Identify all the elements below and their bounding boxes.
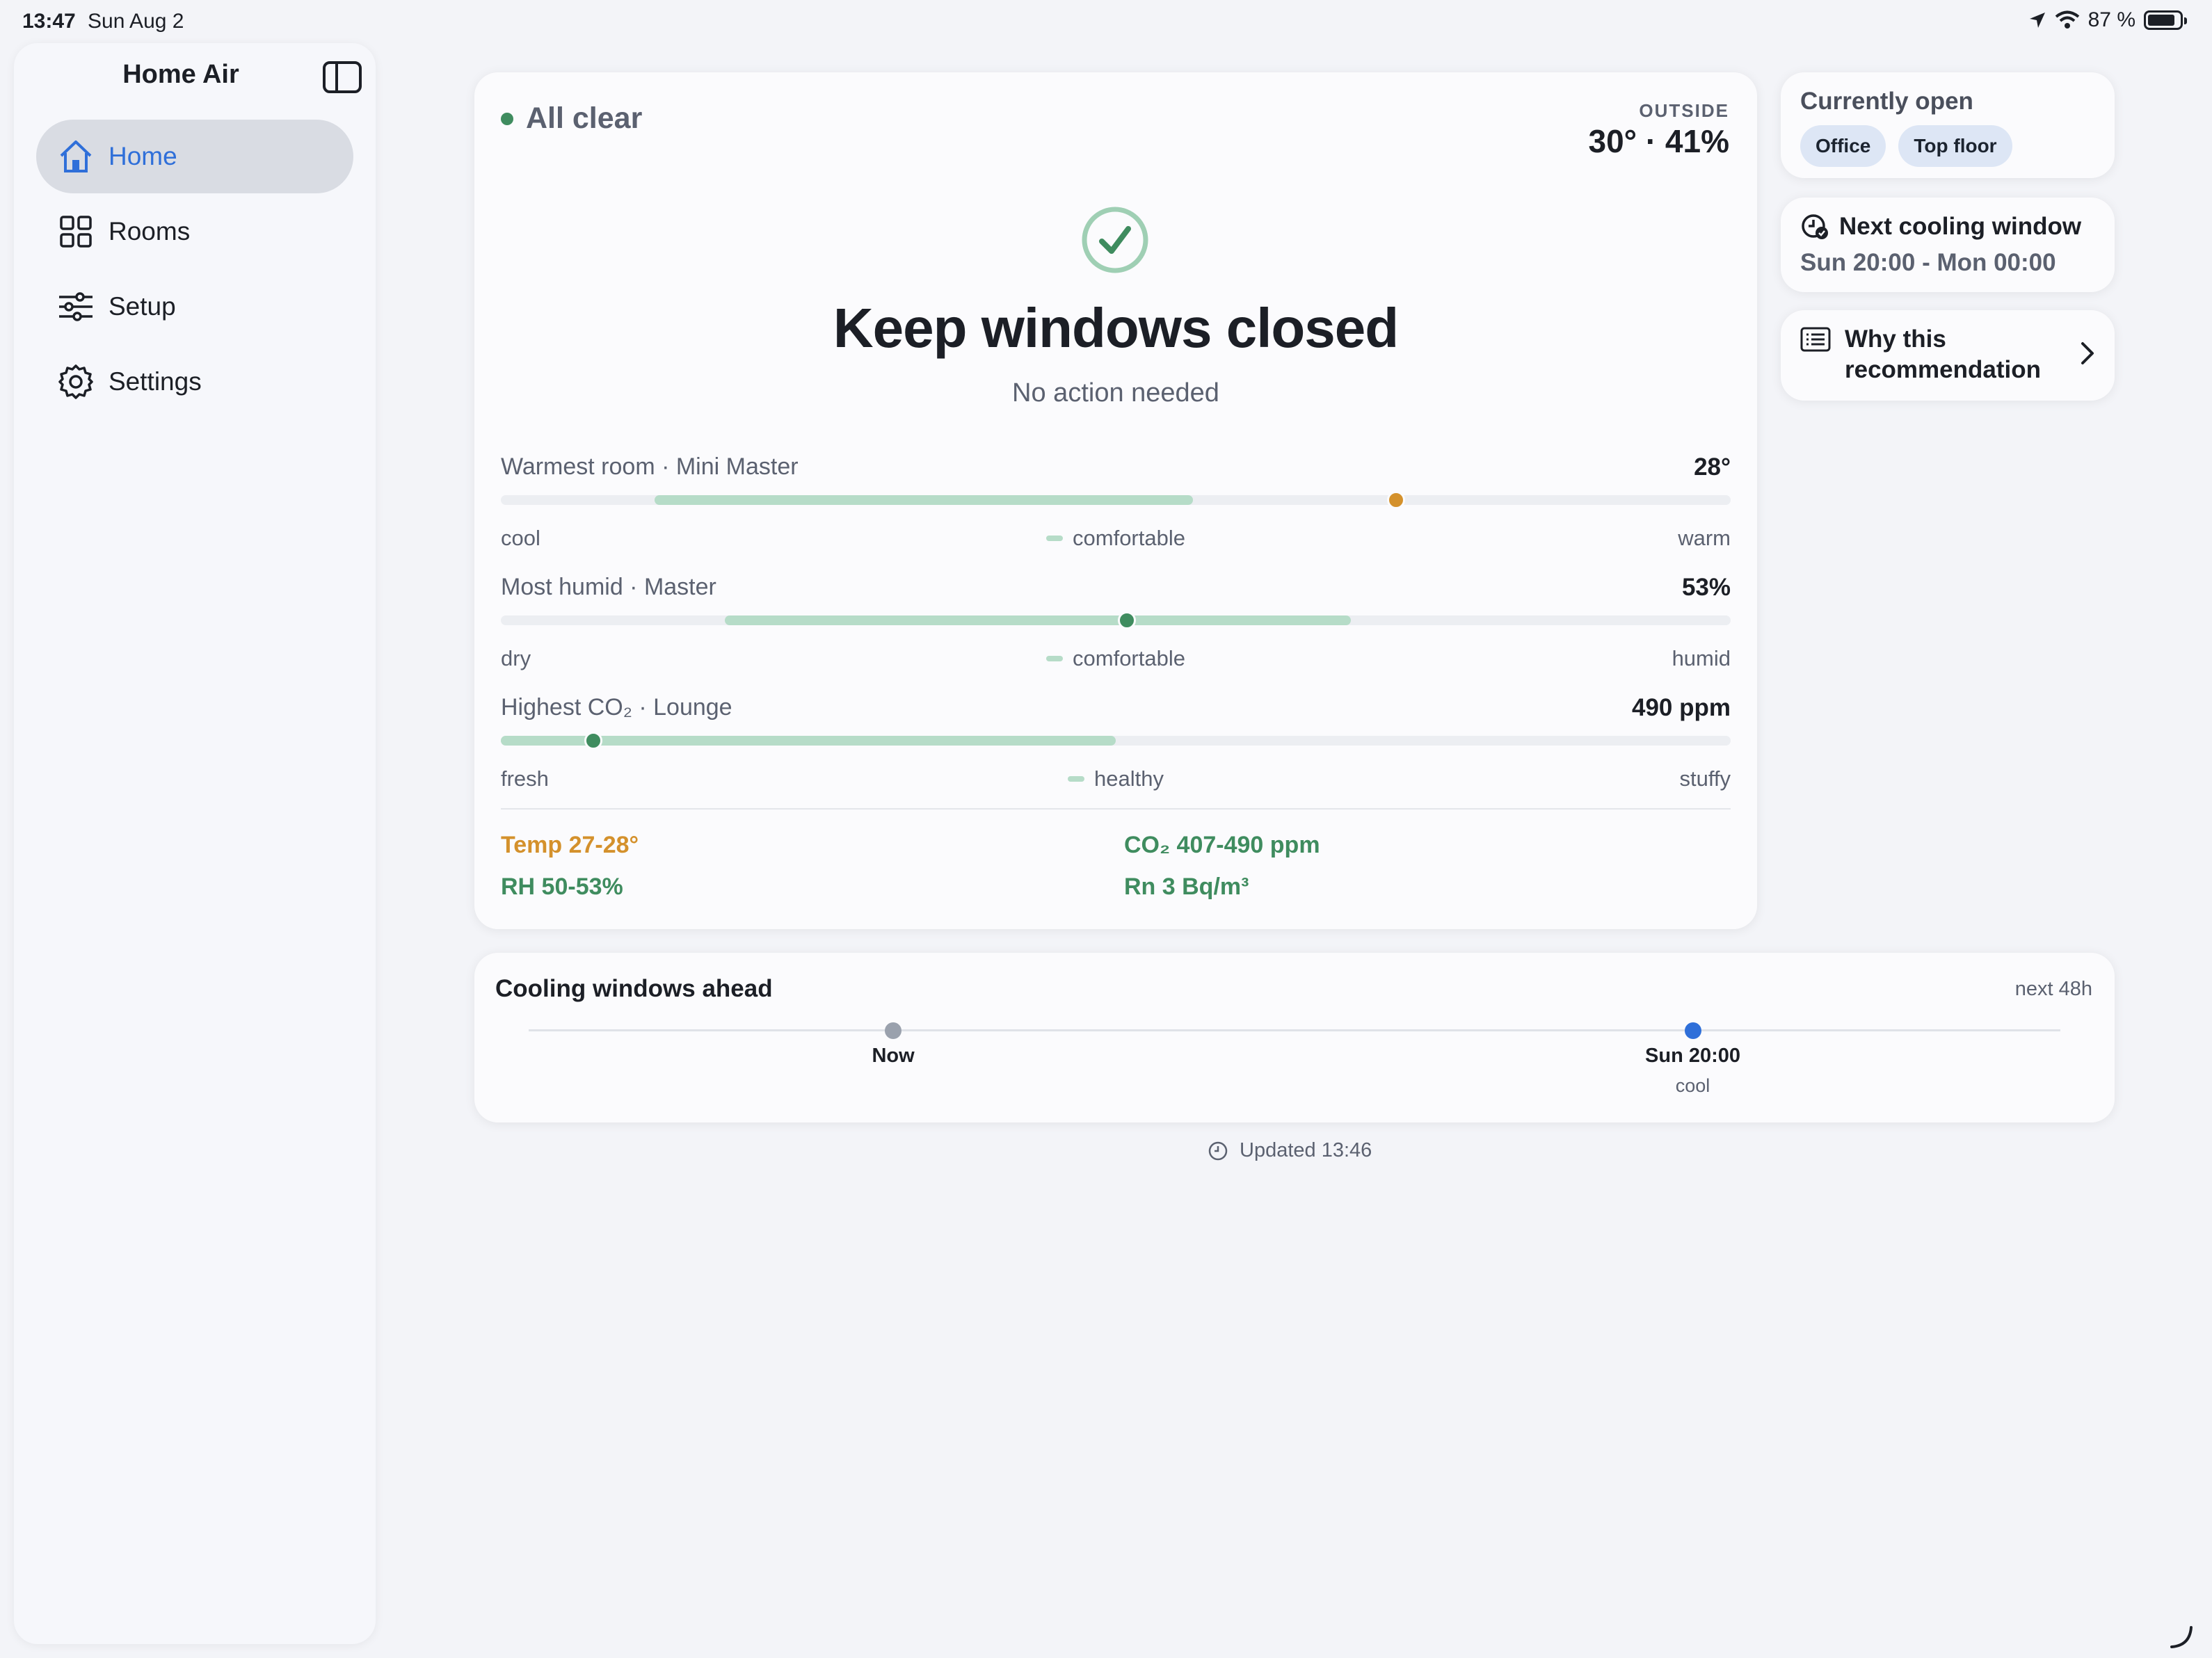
timeline-range: next 48h [2014, 978, 2092, 1000]
metric-track [501, 732, 1731, 750]
status-dot [501, 112, 513, 125]
list-icon [1800, 327, 1831, 352]
sidebar-item-home[interactable]: Home [36, 120, 353, 193]
metric-value: 490 ppm [1632, 694, 1731, 721]
scale-high-label: warm [1678, 526, 1731, 550]
sidebar-item-settings[interactable]: Settings [36, 345, 353, 419]
comfort-range [655, 495, 1194, 505]
checkmark-icon [1082, 207, 1148, 273]
metric-value: 28° [1694, 453, 1731, 481]
next-cooling-time: Sun 20:00 - Mon 00:00 [1800, 249, 2056, 276]
sliders-icon [57, 288, 95, 325]
clock-check-icon [1802, 214, 1828, 239]
summary-temp: Temp 27-28° [501, 832, 639, 858]
metric-value: 53% [1681, 574, 1731, 601]
metric-co2: Highest CO₂ · Lounge 490 ppm fresh healt… [501, 694, 1731, 805]
outside-value: 30° · 41% [1588, 123, 1729, 159]
sidebar-item-label: Setup [109, 292, 176, 321]
metric-marker [584, 732, 602, 750]
metric-marker [1387, 491, 1406, 509]
recommendation-headline: Keep windows closed [833, 297, 1399, 359]
sidebar-item-label: Rooms [109, 217, 191, 246]
clock-icon [1208, 1141, 1228, 1160]
currently-open-title: Currently open [1800, 88, 1973, 115]
open-rooms: Office Top floor [1800, 125, 2012, 167]
timeline-line [529, 1029, 2060, 1031]
updated-text: Updated 13:46 [1240, 1139, 1372, 1161]
metric-track [501, 611, 1731, 629]
next-cooling-card: Next cooling window Sun 20:00 - Mon 00:0… [1781, 198, 2115, 292]
wifi-icon [2055, 10, 2079, 29]
gear-icon [57, 363, 95, 401]
metric-label: Most humid · Master [501, 574, 716, 600]
metric-humidity: Most humid · Master 53% dry comfortable … [501, 574, 1731, 685]
metric-label: Highest CO₂ · Lounge [501, 694, 732, 721]
app-title: Home Air [122, 60, 239, 89]
status-bar: 13:47 Sun Aug 2 87 % [0, 0, 2212, 43]
recommendation-card: All clear OUTSIDE 30° · 41% Keep windows… [474, 72, 1757, 929]
currently-open-card: Currently open Office Top floor [1781, 72, 2115, 178]
timeline-title: Cooling windows ahead [495, 975, 773, 1002]
sidebar-item-setup[interactable]: Setup [36, 270, 353, 344]
metric-marker [1117, 611, 1136, 629]
scale-mid-label: comfortable [501, 526, 1731, 551]
scale-mid-label: healthy [501, 766, 1731, 791]
timeline-sublabel-sun-2000: cool [1675, 1075, 1710, 1096]
next-cooling-title: Next cooling window [1839, 213, 2082, 240]
summary-rh: RH 50-53% [501, 874, 623, 900]
cooling-windows-card: Cooling windows ahead next 48h Now Sun 2… [474, 953, 2115, 1122]
location-icon [2029, 13, 2045, 28]
scale-high-label: stuffy [1679, 766, 1731, 791]
resize-handle-icon[interactable] [2169, 1625, 2194, 1650]
timeline-label-sun-2000: Sun 20:00 [1645, 1045, 1741, 1067]
comfort-range [724, 615, 1351, 625]
divider [501, 808, 1731, 810]
room-chip-top-floor[interactable]: Top floor [1898, 125, 2012, 167]
status-date: Sun Aug 2 [88, 10, 184, 33]
house-icon [57, 138, 95, 175]
room-chip-office[interactable]: Office [1800, 125, 1886, 167]
timeline-point-now[interactable] [885, 1022, 902, 1039]
sidebar-item-label: Settings [109, 367, 202, 396]
recommendation-subline: No action needed [1012, 378, 1219, 408]
battery-percent: 87 % [2087, 8, 2135, 31]
scale-mid-label: comfortable [501, 646, 1731, 671]
status-indicator: All clear [501, 102, 642, 136]
sidebar-item-rooms[interactable]: Rooms [36, 195, 353, 268]
metric-label: Warmest room · Mini Master [501, 453, 799, 480]
grid-icon [57, 213, 95, 250]
sidebar: Home Air Home Rooms Setup Settings [14, 43, 376, 1644]
timeline-label-now: Now [872, 1045, 915, 1067]
why-label: Why this recommendation [1845, 325, 2041, 383]
updated-footer: Updated 13:46 [1208, 1139, 1372, 1162]
chevron-right-icon [2081, 342, 2094, 364]
why-recommendation-button[interactable]: Why this recommendation [1781, 310, 2115, 401]
metric-track [501, 491, 1731, 509]
status-label: All clear [526, 102, 643, 135]
battery-icon [2144, 10, 2187, 30]
summary-co2: CO₂ 407-490 ppm [1124, 832, 1320, 858]
sidebar-nav: Home Rooms Setup Settings [36, 120, 353, 420]
sidebar-toggle-icon[interactable] [323, 61, 362, 93]
status-time: 13:47 [22, 10, 76, 33]
outside-label: OUTSIDE [1639, 100, 1729, 121]
metric-temperature: Warmest room · Mini Master 28° cool comf… [501, 453, 1731, 565]
summary-radon: Rn 3 Bq/m³ [1124, 874, 1249, 900]
next-cooling-header: Next cooling window [1800, 213, 2081, 241]
status-indicators: 87 % [2028, 8, 2187, 32]
timeline-point-sun-2000[interactable] [1684, 1022, 1701, 1039]
scale-high-label: humid [1672, 646, 1731, 670]
sidebar-item-label: Home [109, 142, 177, 170]
